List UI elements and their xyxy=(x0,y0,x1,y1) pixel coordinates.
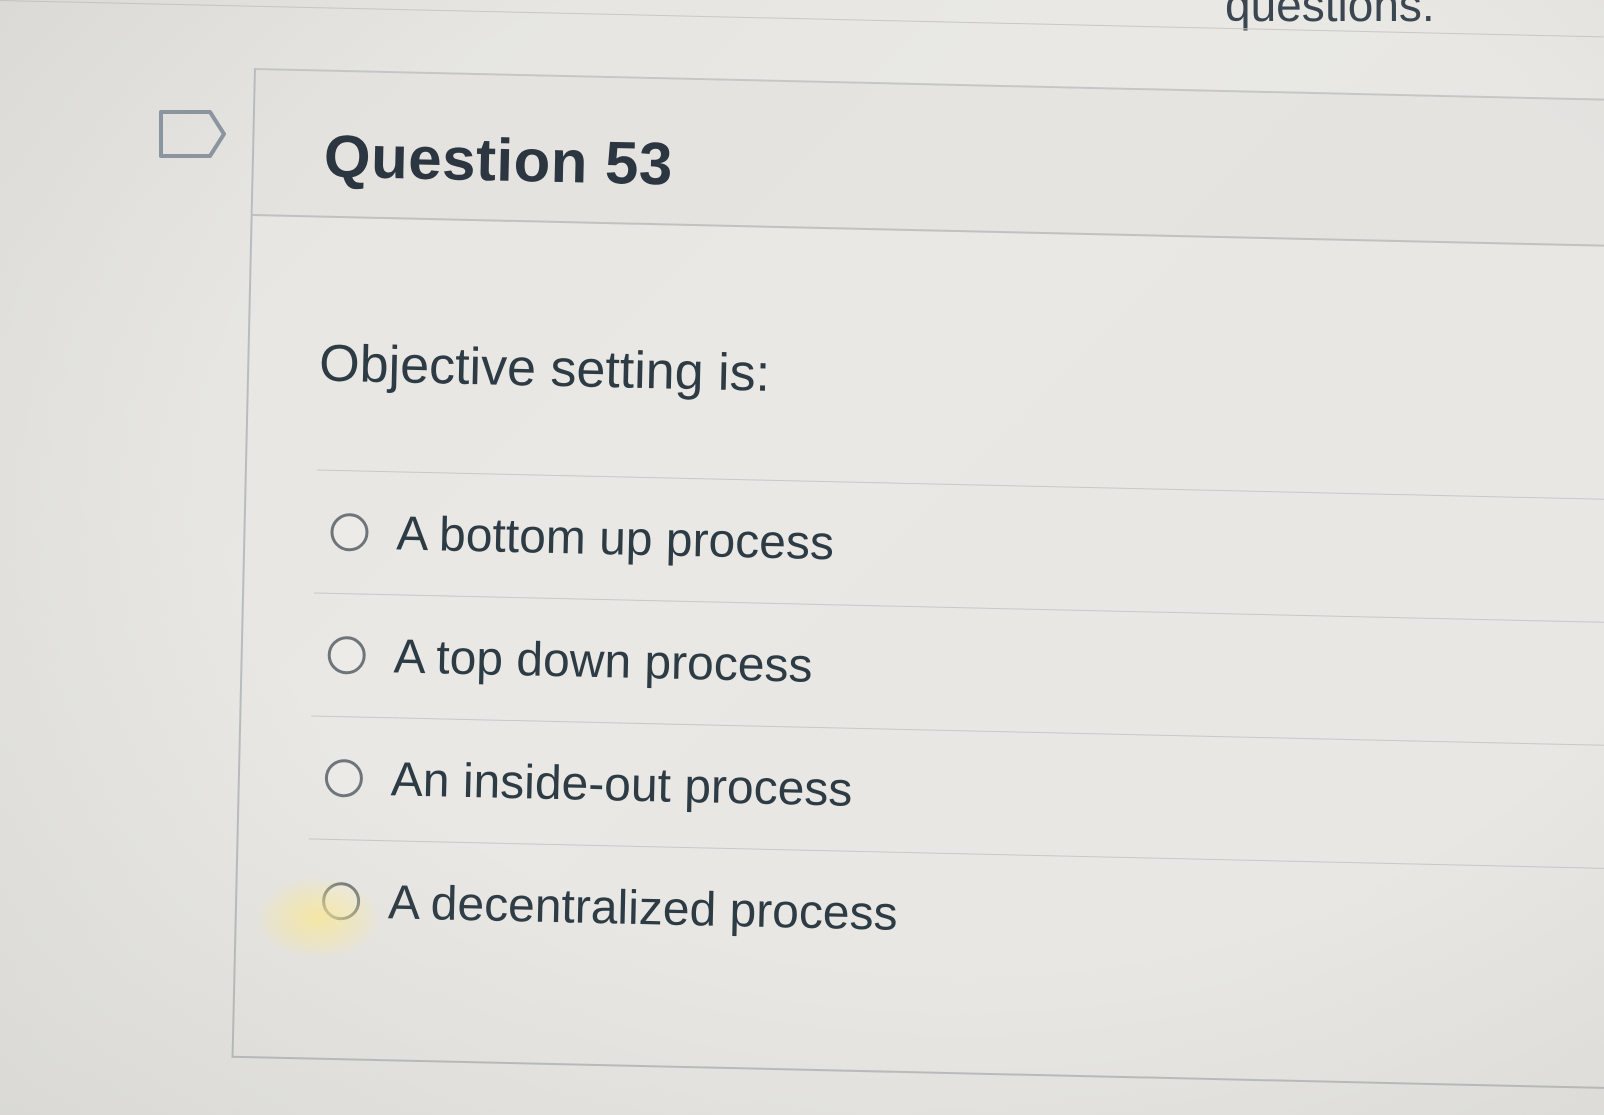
answer-label: An inside-out process xyxy=(390,752,853,817)
question-body: Objective setting is: A bottom up proces… xyxy=(236,216,1604,992)
question-title: Question 53 xyxy=(323,122,674,198)
bookmark-flag-icon[interactable] xyxy=(158,108,228,160)
answer-label: A top down process xyxy=(393,629,814,693)
answer-label: A bottom up process xyxy=(395,506,835,570)
previous-section-text: questions. xyxy=(1225,0,1435,31)
question-card: Question 53 Objective setting is: A bott… xyxy=(231,68,1604,1091)
quiz-page: questions. Question 53 Objective setting… xyxy=(0,0,1604,1115)
radio-button-icon[interactable] xyxy=(324,758,364,798)
answer-list: A bottom up process A top down process A… xyxy=(305,469,1604,991)
radio-button-icon[interactable] xyxy=(321,881,361,921)
radio-button-icon[interactable] xyxy=(327,635,367,675)
answer-label: A decentralized process xyxy=(387,875,899,941)
radio-button-icon[interactable] xyxy=(330,512,369,552)
bookmark-flag-outline-icon xyxy=(159,110,226,158)
question-prompt: Objective setting is: xyxy=(318,334,771,403)
